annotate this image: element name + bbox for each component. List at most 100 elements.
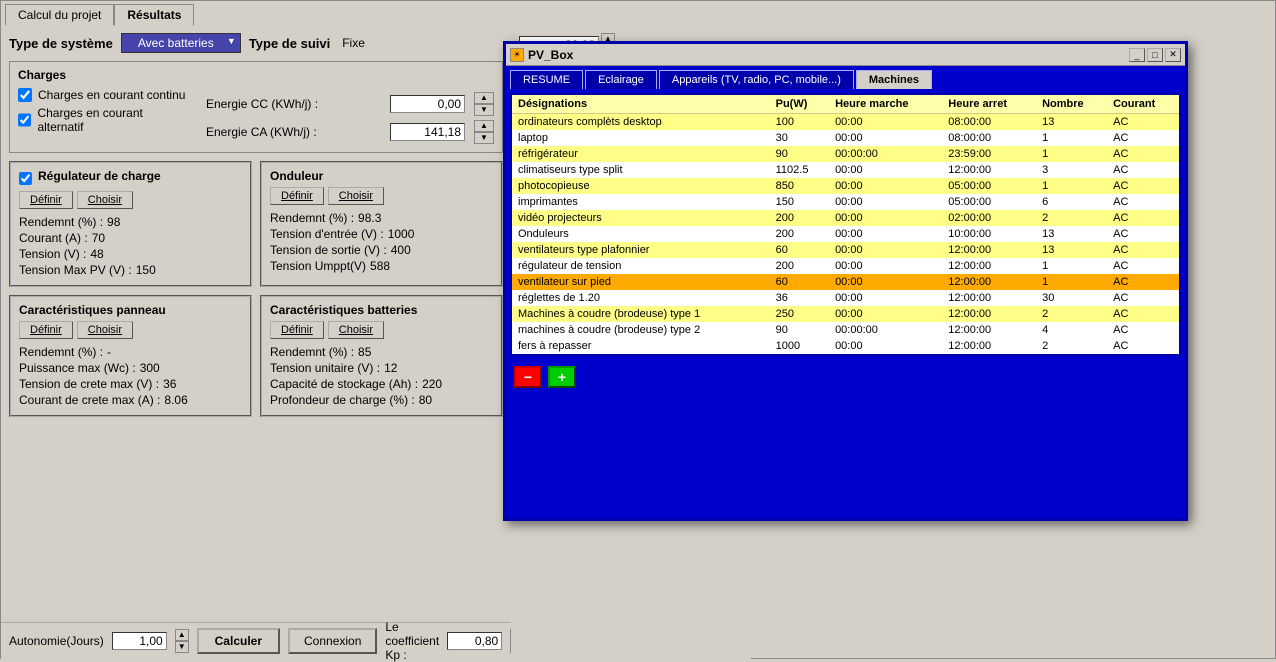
ond-tension-sortie: Tension de sortie (V) : 400 — [270, 243, 493, 257]
tab-calcul[interactable]: Calcul du projet — [5, 4, 114, 26]
energie-cc-down[interactable]: ▼ — [474, 104, 494, 116]
table-row[interactable]: Onduleurs 200 00:00 10:00:00 13 AC — [512, 226, 1179, 242]
kp-input[interactable] — [447, 632, 502, 650]
type-systeme-dropdown[interactable]: Avec batteries — [121, 33, 241, 53]
energie-ca-spinner[interactable]: ▲ ▼ — [474, 120, 494, 144]
pvbox-table-wrapper: Désignations Pu(W) Heure marche Heure ar… — [510, 93, 1181, 356]
cell-nombre: 6 — [1036, 194, 1107, 210]
type-systeme-row: Type de système Avec batteries Type de s… — [9, 33, 503, 53]
energie-ca-down[interactable]: ▼ — [474, 132, 494, 144]
ond-tension-entree: Tension d'entrée (V) : 1000 — [270, 227, 493, 241]
cell-nombre: 1 — [1036, 178, 1107, 194]
pvbox-close-btn[interactable]: ✕ — [1165, 48, 1181, 62]
connexion-btn[interactable]: Connexion — [288, 628, 377, 654]
table-row[interactable]: photocopieuse 850 00:00 05:00:00 1 AC — [512, 178, 1179, 194]
onduleur-choisir-btn[interactable]: Choisir — [328, 187, 384, 205]
ond-rendement: Rendemnt (%) : 98.3 — [270, 211, 493, 225]
top-tab-bar: Calcul du projet Résultats — [1, 1, 1275, 25]
panneau-definir-btn[interactable]: Définir — [19, 321, 73, 339]
cell-pu: 60 — [770, 242, 829, 258]
pvbox-tab-bar: RESUME Eclairage Appareils (TV, radio, P… — [506, 66, 1185, 89]
cell-heure-arret: 12:00:00 — [942, 306, 1036, 322]
charge1-label: Charges en courant continu — [38, 88, 185, 102]
cell-nombre: 2 — [1036, 210, 1107, 226]
panneau-choisir-btn[interactable]: Choisir — [77, 321, 133, 339]
charges-title: Charges — [18, 68, 494, 82]
cell-heure-marche: 00:00 — [829, 178, 942, 194]
energie-ca-up[interactable]: ▲ — [474, 120, 494, 132]
col-heure-arret: Heure arret — [942, 95, 1036, 114]
cell-pu: 100 — [770, 114, 829, 131]
calculer-btn[interactable]: Calculer — [197, 628, 280, 654]
regulateur-section: Régulateur de charge Définir Choisir Ren… — [9, 161, 252, 287]
cell-heure-arret: 08:00:00 — [942, 130, 1036, 146]
pan-rendement: Rendemnt (%) : - — [19, 345, 242, 359]
autonomie-spinner[interactable]: ▲ ▼ — [175, 629, 189, 653]
pvbox-maximize-btn[interactable]: □ — [1147, 48, 1163, 62]
cell-designation: climatiseurs type split — [512, 162, 770, 178]
table-row[interactable]: vidéo projecteurs 200 00:00 02:00:00 2 A… — [512, 210, 1179, 226]
energie-ca-input[interactable] — [390, 123, 465, 141]
cell-heure-arret: 12:00:00 — [942, 274, 1036, 290]
cell-heure-marche: 00:00 — [829, 242, 942, 258]
cell-heure-arret: 23:59:00 — [942, 146, 1036, 162]
cell-heure-arret: 12:00:00 — [942, 242, 1036, 258]
cell-heure-arret: 12:00:00 — [942, 258, 1036, 274]
table-row[interactable]: ventilateur sur pied 60 00:00 12:00:00 1… — [512, 274, 1179, 290]
table-row[interactable]: fers à repasser 1000 00:00 12:00:00 2 AC — [512, 338, 1179, 354]
batterie-definir-btn[interactable]: Définir — [270, 321, 324, 339]
cell-courant: AC — [1107, 178, 1179, 194]
pvbox-tab-eclairage[interactable]: Eclairage — [585, 70, 657, 89]
table-row[interactable]: réfrigérateur 90 00:00:00 23:59:00 1 AC — [512, 146, 1179, 162]
cell-heure-marche: 00:00:00 — [829, 146, 942, 162]
table-row[interactable]: ventilateurs type plafonnier 60 00:00 12… — [512, 242, 1179, 258]
table-row[interactable]: réglettes de 1.20 36 00:00 12:00:00 30 A… — [512, 290, 1179, 306]
table-row[interactable]: Machines à coudre (brodeuse) type 1 250 … — [512, 306, 1179, 322]
cell-courant: AC — [1107, 306, 1179, 322]
table-row[interactable]: machines à coudre (brodeuse) type 2 90 0… — [512, 322, 1179, 338]
cell-heure-arret: 10:00:00 — [942, 226, 1036, 242]
pvbox-minimize-btn[interactable]: _ — [1129, 48, 1145, 62]
cell-nombre: 1 — [1036, 258, 1107, 274]
energie-cc-spinner[interactable]: ▲ ▼ — [474, 92, 494, 116]
cell-courant: AC — [1107, 130, 1179, 146]
table-row[interactable]: imprimantes 150 00:00 05:00:00 6 AC — [512, 194, 1179, 210]
cell-courant: AC — [1107, 242, 1179, 258]
cell-nombre: 13 — [1036, 114, 1107, 131]
pvbox-remove-btn[interactable]: − — [514, 366, 542, 388]
onduleur-definir-btn[interactable]: Définir — [270, 187, 324, 205]
pan-courant-crete: Courant de crete max (A) : 8.06 — [19, 393, 242, 407]
energie-cc-input[interactable] — [390, 95, 465, 113]
pvbox-tab-resume[interactable]: RESUME — [510, 70, 583, 89]
autonomie-up[interactable]: ▲ — [175, 629, 189, 641]
col-courant: Courant — [1107, 95, 1179, 114]
cell-nombre: 30 — [1036, 290, 1107, 306]
table-row[interactable]: laptop 30 00:00 08:00:00 1 AC — [512, 130, 1179, 146]
pvbox-icon: ☀ — [510, 48, 524, 62]
batterie-choisir-btn[interactable]: Choisir — [328, 321, 384, 339]
cell-designation: imprimantes — [512, 194, 770, 210]
cell-designation: vidéo projecteurs — [512, 210, 770, 226]
autonomie-down[interactable]: ▼ — [175, 641, 189, 653]
energie-cc-up[interactable]: ▲ — [474, 92, 494, 104]
tab-resultats[interactable]: Résultats — [114, 4, 194, 26]
panneau-batterie-row: Caractéristiques panneau Définir Choisir… — [9, 295, 503, 417]
charge1-checkbox[interactable] — [18, 88, 32, 102]
table-row[interactable]: ordinateurs complèts desktop 100 00:00 0… — [512, 114, 1179, 131]
charge2-label: Charges en courant alternatif — [37, 106, 186, 134]
regulateur-checkbox[interactable] — [19, 172, 32, 185]
regulateur-definir-btn[interactable]: Définir — [19, 191, 73, 209]
pvbox-tab-appareils[interactable]: Appareils (TV, radio, PC, mobile...) — [659, 70, 854, 89]
cell-heure-marche: 00:00 — [829, 258, 942, 274]
autonomie-input[interactable] — [112, 632, 167, 650]
kp-label: Le coefficient Kp : — [385, 620, 439, 662]
pvbox-add-btn[interactable]: + — [548, 366, 576, 388]
table-row[interactable]: régulateur de tension 200 00:00 12:00:00… — [512, 258, 1179, 274]
regulateur-choisir-btn[interactable]: Choisir — [77, 191, 133, 209]
table-row[interactable]: climatiseurs type split 1102.5 00:00 12:… — [512, 162, 1179, 178]
cell-nombre: 1 — [1036, 130, 1107, 146]
pvbox-tab-machines[interactable]: Machines — [856, 70, 932, 89]
charge2-checkbox[interactable] — [18, 113, 31, 127]
cell-courant: AC — [1107, 290, 1179, 306]
regulateur-title: Régulateur de charge — [38, 169, 161, 183]
